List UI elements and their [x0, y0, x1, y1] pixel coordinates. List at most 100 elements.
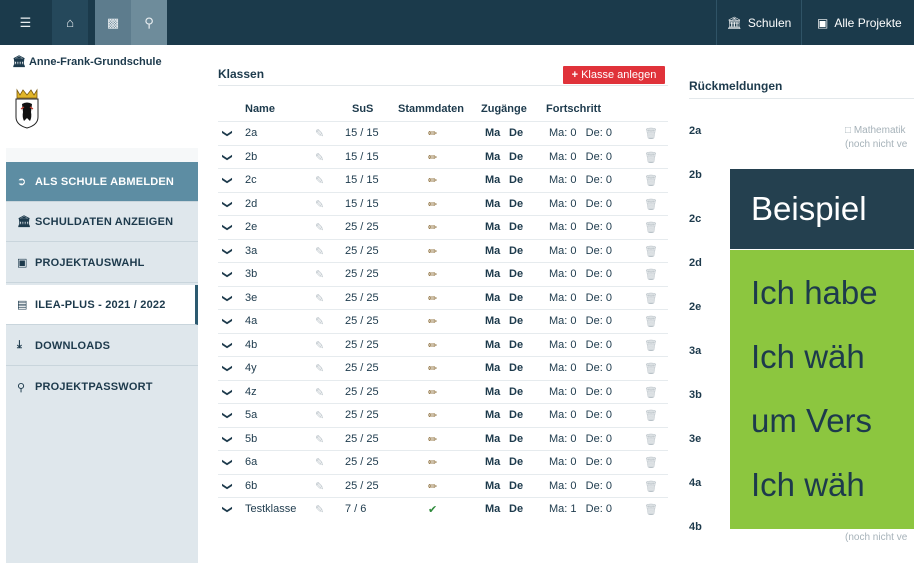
stammdaten-pencil-icon[interactable]: ✏	[428, 174, 437, 187]
zugang-de-link[interactable]: De	[509, 174, 523, 186]
zugang-de-link[interactable]: De	[509, 151, 523, 163]
trash-icon[interactable]: 🗑	[644, 174, 658, 187]
chevron-down-icon[interactable]: ❯	[222, 435, 233, 443]
zugang-de-link[interactable]: De	[509, 315, 523, 327]
chevron-down-icon[interactable]: ❯	[222, 153, 233, 161]
zugang-ma-link[interactable]: Ma	[485, 268, 500, 280]
zugang-ma-link[interactable]: Ma	[485, 221, 500, 233]
edit-name-icon[interactable]: ✎	[315, 386, 324, 399]
zugang-ma-link[interactable]: Ma	[485, 480, 500, 492]
edit-name-icon[interactable]: ✎	[315, 198, 324, 211]
chevron-down-icon[interactable]: ❯	[222, 411, 233, 419]
zugang-ma-link[interactable]: Ma	[485, 174, 500, 186]
zugang-de-link[interactable]: De	[509, 292, 523, 304]
chevron-down-icon[interactable]: ❯	[222, 223, 233, 231]
schulen-link[interactable]: 🏛 Schulen	[716, 0, 802, 45]
edit-name-icon[interactable]: ✎	[315, 292, 324, 305]
edit-name-icon[interactable]: ✎	[315, 151, 324, 164]
edit-name-icon[interactable]: ✎	[315, 174, 324, 187]
zugang-de-link[interactable]: De	[509, 198, 523, 210]
zugang-ma-link[interactable]: Ma	[485, 433, 500, 445]
trash-icon[interactable]: 🗑	[644, 433, 658, 446]
sidebar-item-logout[interactable]: ➲ ALS SCHULE ABMELDEN	[6, 162, 198, 202]
chevron-down-icon[interactable]: ❯	[222, 294, 233, 302]
zugang-de-link[interactable]: De	[509, 386, 523, 398]
trash-icon[interactable]: 🗑	[644, 221, 658, 234]
edit-name-icon[interactable]: ✎	[315, 433, 324, 446]
zugang-ma-link[interactable]: Ma	[485, 386, 500, 398]
stammdaten-pencil-icon[interactable]: ✏	[428, 456, 437, 469]
zugang-de-link[interactable]: De	[509, 480, 523, 492]
sidebar-item-schuldaten[interactable]: 🏛 SCHULDATEN ANZEIGEN	[6, 202, 198, 242]
chevron-down-icon[interactable]: ❯	[222, 200, 233, 208]
trash-icon[interactable]: 🗑	[644, 409, 658, 422]
trash-icon[interactable]: 🗑	[644, 503, 658, 516]
chevron-down-icon[interactable]: ❯	[222, 317, 233, 325]
zugang-ma-link[interactable]: Ma	[485, 292, 500, 304]
stammdaten-pencil-icon[interactable]: ✏	[428, 151, 437, 164]
sidebar-item-projektauswahl[interactable]: ▣ PROJEKTAUSWAHL	[6, 243, 198, 283]
sidebar-item-downloads[interactable]: ⤓ DOWNLOADS	[6, 326, 198, 366]
zugang-ma-link[interactable]: Ma	[485, 151, 500, 163]
stammdaten-pencil-icon[interactable]: ✏	[428, 315, 437, 328]
edit-name-icon[interactable]: ✎	[315, 503, 324, 516]
edit-name-icon[interactable]: ✎	[315, 268, 324, 281]
edit-name-icon[interactable]: ✎	[315, 456, 324, 469]
trash-icon[interactable]: 🗑	[644, 292, 658, 305]
zugang-ma-link[interactable]: Ma	[485, 409, 500, 421]
stammdaten-pencil-icon[interactable]: ✏	[428, 362, 437, 375]
zugang-ma-link[interactable]: Ma	[485, 503, 500, 515]
edit-name-icon[interactable]: ✎	[315, 362, 324, 375]
zugang-ma-link[interactable]: Ma	[485, 127, 500, 139]
edit-name-icon[interactable]: ✎	[315, 245, 324, 258]
zugang-ma-link[interactable]: Ma	[485, 245, 500, 257]
chevron-down-icon[interactable]: ❯	[222, 505, 233, 513]
stammdaten-pencil-icon[interactable]: ✏	[428, 127, 437, 140]
trash-icon[interactable]: 🗑	[644, 198, 658, 211]
menu-button[interactable]: ☰	[6, 0, 45, 45]
trash-icon[interactable]: 🗑	[644, 456, 658, 469]
zugang-de-link[interactable]: De	[509, 503, 523, 515]
trash-icon[interactable]: 🗑	[644, 127, 658, 140]
zugang-ma-link[interactable]: Ma	[485, 339, 500, 351]
chevron-down-icon[interactable]: ❯	[222, 482, 233, 490]
user-card-button[interactable]: ▩	[95, 0, 131, 45]
stammdaten-pencil-icon[interactable]: ✏	[428, 409, 437, 422]
chevron-down-icon[interactable]: ❯	[222, 458, 233, 466]
zugang-de-link[interactable]: De	[509, 339, 523, 351]
trash-icon[interactable]: 🗑	[644, 339, 658, 352]
edit-name-icon[interactable]: ✎	[315, 315, 324, 328]
stammdaten-pencil-icon[interactable]: ✏	[428, 339, 437, 352]
trash-icon[interactable]: 🗑	[644, 245, 658, 258]
zugang-de-link[interactable]: De	[509, 127, 523, 139]
zugang-de-link[interactable]: De	[509, 245, 523, 257]
home-button[interactable]: ⌂	[52, 0, 88, 45]
edit-name-icon[interactable]: ✎	[315, 127, 324, 140]
sidebar-item-projektpasswort[interactable]: ⚲ PROJEKTPASSWORT	[6, 367, 198, 407]
sidebar-item-ilea-plus[interactable]: ▤ ILEA-PLUS - 2021 / 2022	[6, 285, 198, 325]
stammdaten-pencil-icon[interactable]: ✏	[428, 292, 437, 305]
chevron-down-icon[interactable]: ❯	[222, 129, 233, 137]
stammdaten-pencil-icon[interactable]: ✏	[428, 480, 437, 493]
stammdaten-pencil-icon[interactable]: ✏	[428, 268, 437, 281]
zugang-ma-link[interactable]: Ma	[485, 362, 500, 374]
edit-name-icon[interactable]: ✎	[315, 409, 324, 422]
chevron-down-icon[interactable]: ❯	[222, 176, 233, 184]
add-class-button[interactable]: + Klasse anlegen	[563, 66, 665, 84]
zugang-de-link[interactable]: De	[509, 456, 523, 468]
chevron-down-icon[interactable]: ❯	[222, 364, 233, 372]
zugang-ma-link[interactable]: Ma	[485, 315, 500, 327]
alle-projekte-link[interactable]: ▣ Alle Projekte	[803, 0, 914, 45]
trash-icon[interactable]: 🗑	[644, 386, 658, 399]
edit-name-icon[interactable]: ✎	[315, 339, 324, 352]
edit-name-icon[interactable]: ✎	[315, 480, 324, 493]
stammdaten-pencil-icon[interactable]: ✏	[428, 245, 437, 258]
zugang-de-link[interactable]: De	[509, 409, 523, 421]
trash-icon[interactable]: 🗑	[644, 315, 658, 328]
zugang-de-link[interactable]: De	[509, 362, 523, 374]
chevron-down-icon[interactable]: ❯	[222, 388, 233, 396]
chevron-down-icon[interactable]: ❯	[222, 270, 233, 278]
stammdaten-pencil-icon[interactable]: ✏	[428, 198, 437, 211]
trash-icon[interactable]: 🗑	[644, 480, 658, 493]
trash-icon[interactable]: 🗑	[644, 362, 658, 375]
